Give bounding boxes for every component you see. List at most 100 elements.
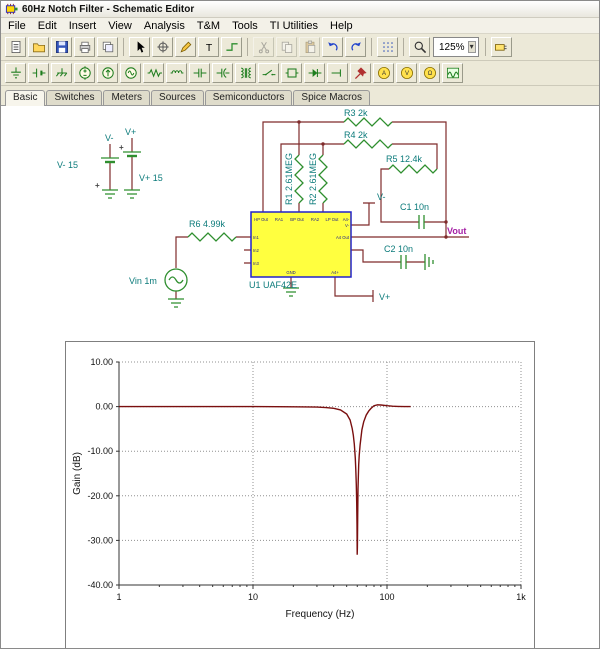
wire-tool-button[interactable] (221, 37, 242, 57)
y-tick-label: -30.00 (87, 535, 113, 545)
menu-tools[interactable]: Tools (227, 20, 263, 32)
toolbar-separator (371, 38, 372, 56)
vminus-rail-label: V- (105, 133, 114, 143)
battery-vminus-label: V- 15 (57, 160, 78, 170)
generator-icon (123, 65, 139, 81)
menu-bar: FileEditInsertViewAnalysisT&MToolsTI Uti… (1, 18, 599, 34)
menu-insert[interactable]: Insert (64, 20, 102, 32)
menu-help[interactable]: Help (325, 20, 358, 32)
diode-button[interactable] (304, 63, 325, 83)
zoom-level-combo[interactable]: 125%▾ (433, 37, 479, 57)
text-tool-button[interactable]: T (198, 37, 219, 57)
copy-window-button[interactable] (97, 37, 118, 57)
tab-semiconductors[interactable]: Semiconductors (205, 90, 293, 105)
capacitor-c2-symbol (401, 255, 406, 269)
relay-button[interactable] (281, 63, 302, 83)
select-cursor-button[interactable] (129, 37, 150, 57)
y-axis-label: Gain (dB) (72, 452, 83, 495)
ohmmeter-button[interactable]: Ω (419, 63, 440, 83)
generator-button[interactable] (120, 63, 141, 83)
transformer-icon (238, 65, 254, 81)
ic-u1[interactable]: HP Out RA1 BP Out RA2 LP Out A4- In1 In2… (251, 212, 351, 277)
tab-sources[interactable]: Sources (151, 90, 204, 105)
earth-icon (54, 65, 70, 81)
ic-pin-label: GND (286, 270, 295, 275)
probe-button[interactable] (350, 63, 371, 83)
undo-icon (325, 39, 341, 55)
copy-icon (279, 39, 295, 55)
undo-button[interactable] (322, 37, 343, 57)
cut-button[interactable] (253, 37, 274, 57)
menu-view[interactable]: View (103, 20, 137, 32)
battery-button[interactable] (28, 63, 49, 83)
battery-plus-mark: + (119, 143, 124, 152)
copy-window-icon (100, 39, 116, 55)
component-checker-button[interactable] (491, 37, 512, 57)
copy-button[interactable] (276, 37, 297, 57)
resistor-button[interactable] (143, 63, 164, 83)
inductor-button[interactable] (166, 63, 187, 83)
svg-text:V: V (404, 71, 408, 77)
zoom-tool-button[interactable] (409, 37, 430, 57)
tab-basic[interactable]: Basic (5, 90, 45, 106)
ammeter-button[interactable]: A (373, 63, 394, 83)
voltage-source-button[interactable] (74, 63, 95, 83)
ground-symbol-c2 (425, 254, 433, 270)
earth-button[interactable] (51, 63, 72, 83)
toolbar-separator (485, 38, 486, 56)
capacitor-button[interactable] (189, 63, 210, 83)
switch-button[interactable] (258, 63, 279, 83)
menu-t-m[interactable]: T&M (192, 20, 225, 32)
terminal-button[interactable] (327, 63, 348, 83)
inductor-icon (169, 65, 185, 81)
vout-node-label: Vout (447, 226, 466, 236)
pan-hand-button[interactable] (152, 37, 173, 57)
wire-tool-icon (224, 39, 240, 55)
edit-pencil-button[interactable] (175, 37, 196, 57)
polarized-capacitor-button[interactable] (212, 63, 233, 83)
redo-button[interactable] (345, 37, 366, 57)
ground-button[interactable] (5, 63, 26, 83)
r1-label: R1 2.61MEG (284, 153, 294, 205)
tab-switches[interactable]: Switches (46, 90, 102, 105)
menu-edit[interactable]: Edit (33, 20, 62, 32)
save-button[interactable] (51, 37, 72, 57)
combo-dropdown-icon[interactable]: ▾ (468, 41, 476, 53)
current-source-button[interactable] (97, 63, 118, 83)
select-cursor-icon (132, 39, 148, 55)
redo-icon (348, 39, 364, 55)
title-bar[interactable]: 60Hz Notch Filter - Schematic Editor (1, 1, 599, 18)
toolbar-separator (123, 38, 124, 56)
resistor-r4-symbol (344, 140, 392, 148)
open-folder-icon (31, 39, 47, 55)
c2-label: C2 10n (384, 244, 413, 254)
component-checker-icon (493, 39, 509, 55)
menu-file[interactable]: File (3, 20, 31, 32)
menu-analysis[interactable]: Analysis (139, 20, 190, 32)
ic-pin-label: HP Out (254, 217, 268, 222)
grid-toggle-icon (380, 39, 396, 55)
voltage-source-icon (77, 65, 93, 81)
x-tick-label: 10 (248, 592, 258, 602)
print-button[interactable] (74, 37, 95, 57)
print-icon (77, 39, 93, 55)
resistor-icon (146, 65, 162, 81)
tab-meters[interactable]: Meters (103, 90, 150, 105)
save-icon (54, 39, 70, 55)
paste-button[interactable] (299, 37, 320, 57)
transformer-button[interactable] (235, 63, 256, 83)
menu-ti-utilities[interactable]: TI Utilities (265, 20, 323, 32)
r2-label: R2 2.61MEG (308, 153, 318, 205)
resistor-r2-symbol (319, 155, 327, 203)
r5-label: R5 12.4k (386, 154, 423, 164)
tab-spice-macros[interactable]: Spice Macros (293, 90, 370, 105)
diode-icon (307, 65, 323, 81)
schematic-canvas[interactable]: HP Out RA1 BP Out RA2 LP Out A4- In1 In2… (1, 106, 599, 648)
new-file-button[interactable] (5, 37, 26, 57)
app-icon (5, 3, 18, 16)
grid-toggle-button[interactable] (377, 37, 398, 57)
oscilloscope-button[interactable] (442, 63, 463, 83)
schematic-editor-window: 60Hz Notch Filter - Schematic Editor Fil… (0, 0, 600, 649)
open-folder-button[interactable] (28, 37, 49, 57)
voltmeter-button[interactable]: V (396, 63, 417, 83)
